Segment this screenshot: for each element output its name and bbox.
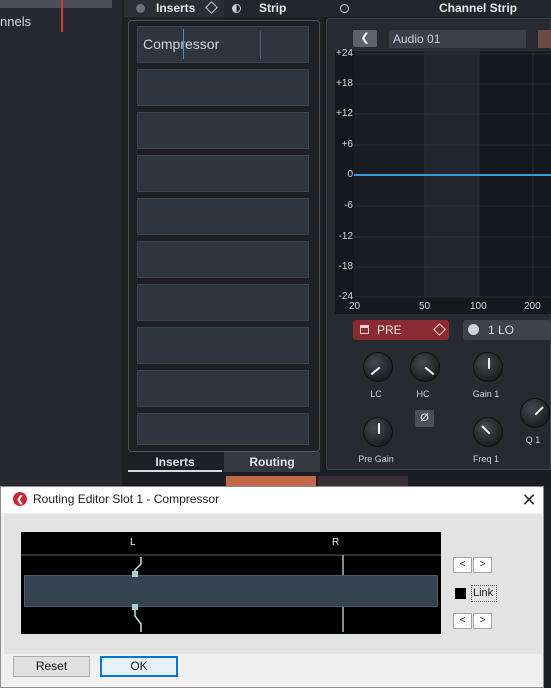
dialog-titlebar[interactable]: ❮ Routing Editor Slot 1 - Compressor ✕ <box>1 487 543 513</box>
db-tick-label: +24 <box>336 48 353 59</box>
db-tick-label: +6 <box>341 139 353 150</box>
hz-tick-label: 50 <box>419 301 431 312</box>
track-name-field[interactable]: Audio 01 <box>389 30 526 48</box>
insert-slot-3[interactable] <box>137 112 309 149</box>
pre-section-button[interactable]: PRE <box>353 320 449 340</box>
app-logo-icon: ❮ <box>13 492 27 506</box>
pre-diamond-icon[interactable] <box>433 323 446 336</box>
power-dot-icon[interactable] <box>136 4 145 13</box>
insert-slot-9[interactable] <box>137 370 309 407</box>
playhead-marker <box>61 0 63 32</box>
close-icon[interactable]: ✕ <box>516 488 542 512</box>
tab-channel-strip-label: Channel Strip <box>439 1 518 15</box>
db-tick-label: 0 <box>347 169 353 180</box>
channel-list-panel: nnels <box>0 0 122 488</box>
tab-inserts[interactable]: Inserts <box>128 452 222 472</box>
band-label: 1 LO <box>488 323 515 337</box>
db-tick-label: -18 <box>338 261 353 272</box>
hz-tick-label: 20 <box>349 301 361 312</box>
insert-slot-1[interactable]: Compressor <box>137 26 309 63</box>
band-power-icon[interactable] <box>468 324 479 335</box>
gain1-knob[interactable] <box>473 352 503 382</box>
q1-knob[interactable] <box>520 398 550 428</box>
db-tick-label: -6 <box>344 200 353 211</box>
slot-divider <box>260 31 261 59</box>
tab-inserts-label: Inserts <box>156 1 196 15</box>
insert-slot-7[interactable] <box>137 284 309 321</box>
phase-invert-button[interactable]: Ø <box>415 410 434 427</box>
q1-label: Q 1 <box>525 435 541 445</box>
ok-button[interactable]: OK <box>100 656 178 677</box>
insert-slot-6[interactable] <box>137 241 309 278</box>
lc-knob[interactable] <box>363 352 393 382</box>
routing-connection-bar[interactable] <box>24 575 438 607</box>
shift-left-button-bottom[interactable]: < <box>453 613 472 629</box>
tab-strip-label: Strip <box>259 1 287 15</box>
dialog-title: Routing Editor Slot 1 - Compressor <box>33 492 220 506</box>
pre-gain-knob[interactable] <box>363 417 393 447</box>
tab-routing[interactable]: Routing <box>224 452 320 472</box>
pre-label: PRE <box>377 323 402 337</box>
freq1-label: Freq 1 <box>472 454 499 464</box>
insert-slot-4[interactable] <box>137 155 309 192</box>
lc-label: LC <box>370 389 382 399</box>
insert-slot-2[interactable] <box>137 69 309 106</box>
insert-slot-10[interactable] <box>137 413 309 445</box>
db-tick-label: -12 <box>338 231 353 242</box>
shift-right-button[interactable]: > <box>473 557 492 573</box>
insert-slot-8[interactable] <box>137 327 309 364</box>
circle-icon[interactable] <box>340 4 349 13</box>
reset-button[interactable]: Reset <box>13 656 90 677</box>
db-tick-label: +18 <box>336 78 353 89</box>
back-arrow-icon[interactable]: ❮ <box>353 30 377 47</box>
hz-tick-label: 200 <box>524 301 541 312</box>
input-pin-handle[interactable] <box>132 571 138 577</box>
half-circle-icon[interactable] <box>232 4 241 13</box>
link-checkbox[interactable] <box>455 588 466 599</box>
tab-inserts-header[interactable]: Inserts <box>124 0 224 17</box>
db-tick-label: +12 <box>336 108 353 119</box>
pre-gain-label: Pre Gain <box>358 454 394 464</box>
link-label[interactable]: Link <box>471 585 497 602</box>
output-pin-handle[interactable] <box>132 604 138 610</box>
eq-band-1-button[interactable]: 1 LO <box>463 320 551 340</box>
list-header-bar <box>0 0 112 8</box>
shift-right-button-bottom[interactable]: > <box>473 613 492 629</box>
tab-strip-header[interactable]: Strip Channel Strip <box>224 0 551 17</box>
hc-label: HC <box>416 389 430 399</box>
record-button[interactable] <box>538 30 551 48</box>
routing-view[interactable]: L R <box>21 532 441 634</box>
pre-bypass-icon[interactable] <box>360 325 369 334</box>
insert-slot-name: Compressor <box>143 36 220 52</box>
shift-left-button[interactable]: < <box>453 557 472 573</box>
freq1-knob[interactable] <box>473 417 503 447</box>
channels-label: nnels <box>0 14 32 29</box>
hc-knob[interactable] <box>410 352 440 382</box>
slot-cursor-mark <box>183 29 184 59</box>
eq-graph[interactable]: +24 +18 +12 +6 0 -6 -12 -18 -24 20 50 10… <box>335 48 551 314</box>
eq-graph-svg <box>354 51 551 298</box>
hz-tick-label: 100 <box>470 301 487 312</box>
diamond-icon[interactable] <box>205 1 218 14</box>
insert-slot-5[interactable] <box>137 198 309 235</box>
gain1-label: Gain 1 <box>472 389 500 399</box>
